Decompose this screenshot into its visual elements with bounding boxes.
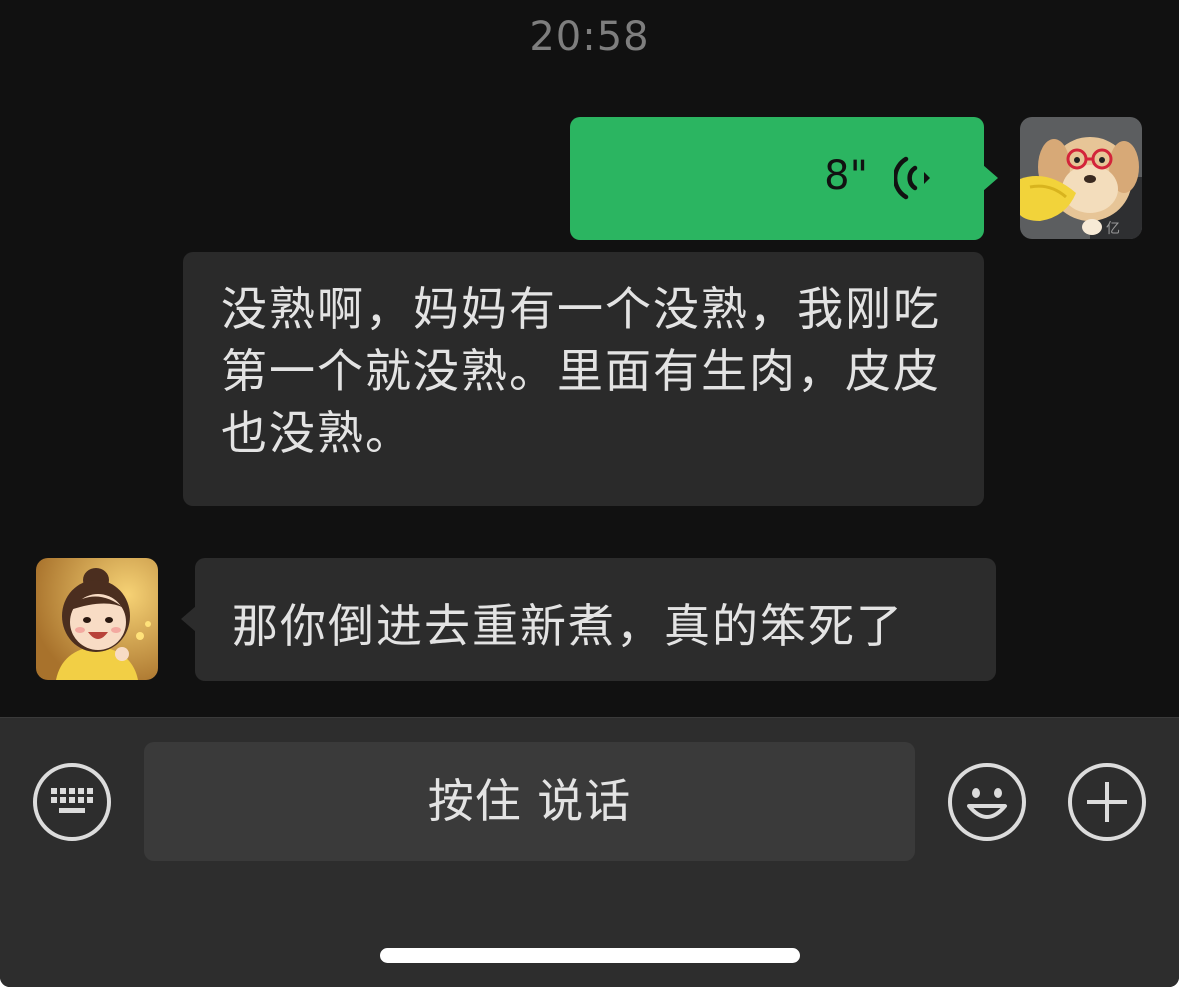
girl-avatar[interactable] — [36, 558, 158, 680]
voice-transcript-bubble[interactable]: 没熟啊，妈妈有一个没熟，我刚吃第一个就没熟。里面有生肉，皮皮也没熟。 — [183, 252, 984, 506]
bubble-tail — [983, 165, 998, 191]
voice-duration: 8" — [824, 153, 868, 199]
incoming-message-text: 那你倒进去重新煮，真的笨死了 — [232, 599, 904, 653]
chat-screen: 20:58 8" 亿 没熟啊，妈妈有一个没熟，我刚吃第一个就没熟。里面有生肉，皮… — [0, 0, 1179, 987]
puppy-avatar-image: 亿 — [1020, 117, 1142, 239]
girl-avatar-image — [36, 558, 158, 680]
incoming-message-bubble[interactable]: 那你倒进去重新煮，真的笨死了 — [181, 558, 996, 681]
hold-to-talk-button[interactable]: 按住 说话 — [144, 742, 915, 861]
voice-message-bubble[interactable]: 8" — [570, 117, 998, 240]
puppy-avatar[interactable]: 亿 — [1020, 117, 1142, 239]
bubble-tail — [181, 606, 196, 632]
plus-icon[interactable] — [1067, 762, 1147, 842]
emoji-icon[interactable] — [947, 762, 1027, 842]
home-indicator[interactable] — [380, 948, 800, 963]
message-timestamp: 20:58 — [529, 14, 650, 60]
voice-transcript-text: 没熟啊，妈妈有一个没熟，我刚吃第一个就没熟。里面有生肉，皮皮也没熟。 — [221, 282, 941, 460]
chat-input-bar: 按住 说话 — [0, 717, 1179, 987]
keyboard-icon[interactable] — [32, 762, 112, 842]
svg-text:亿: 亿 — [1106, 221, 1120, 237]
voice-wave-icon — [894, 156, 930, 200]
